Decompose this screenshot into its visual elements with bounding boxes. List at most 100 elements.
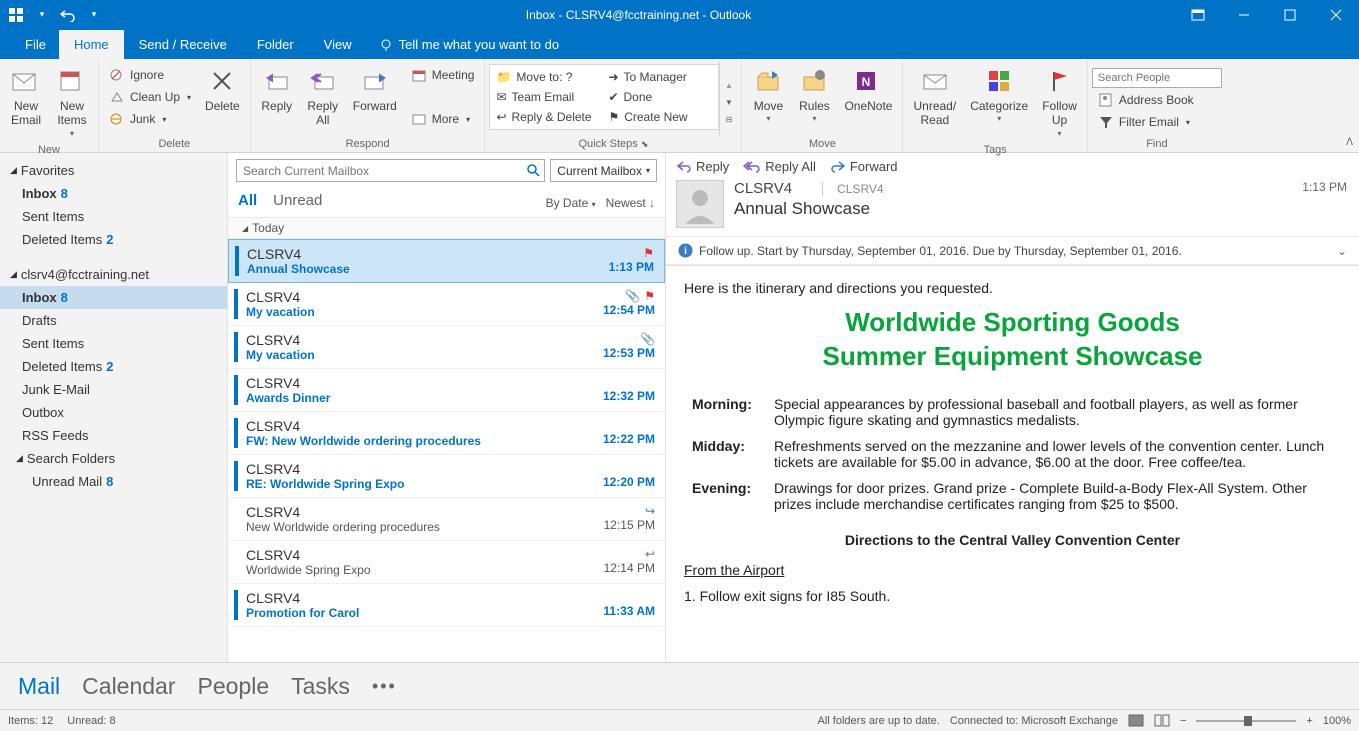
onenote-button[interactable]: NOneNote — [838, 61, 898, 117]
quick-steps-gallery[interactable]: 📁Move to: ? ➜To Manager ✉Team Email ✔Don… — [489, 64, 719, 130]
nav-people[interactable]: People — [198, 673, 270, 700]
new-email-button[interactable]: New Email — [4, 61, 48, 132]
nav-more-icon[interactable]: ••• — [372, 676, 397, 697]
new-items-button[interactable]: New Items▾ — [50, 61, 94, 142]
tab-unread[interactable]: Unread — [273, 192, 322, 213]
minimize-button[interactable] — [1221, 0, 1267, 29]
zoom-out-button[interactable]: − — [1180, 715, 1186, 727]
search-people-input[interactable] — [1092, 68, 1222, 88]
reply-small-icon: ↩ — [496, 110, 506, 124]
ignore-button[interactable]: Ignore — [103, 65, 197, 85]
unread-read-button[interactable]: Unread/ Read — [907, 61, 962, 132]
app-icon[interactable] — [8, 7, 24, 23]
zoom-slider[interactable] — [1196, 720, 1296, 722]
tab-all[interactable]: All — [238, 192, 257, 213]
tell-me[interactable]: Tell me what you want to do — [367, 30, 571, 59]
menu-file[interactable]: File — [12, 30, 59, 59]
qs-more-icon[interactable]: ⊟ — [726, 115, 733, 124]
folder-rss-feeds[interactable]: RSS Feeds — [0, 424, 227, 447]
unread-icon — [919, 65, 951, 97]
qat-dropdown-icon[interactable]: ▾ — [34, 7, 50, 23]
reply-all-small-icon — [743, 160, 761, 173]
qs-up-icon[interactable]: ▲ — [725, 81, 733, 90]
nav-mail[interactable]: Mail — [18, 673, 60, 700]
menu-folder[interactable]: Folder — [242, 30, 309, 59]
qs-team-email[interactable]: ✉Team Email — [492, 87, 604, 107]
folder-inbox[interactable]: Inbox8 — [0, 182, 227, 205]
folder-unread-mail[interactable]: Unread Mail8 — [0, 470, 227, 493]
reply-button[interactable]: Reply — [255, 61, 299, 117]
account-header[interactable]: ◢clsrv4@fcctraining.net — [0, 263, 227, 286]
undo-dropdown-icon[interactable]: ▾ — [86, 7, 102, 23]
zoom-in-button[interactable]: + — [1306, 715, 1312, 727]
reply-all-button[interactable]: Reply All — [301, 61, 345, 132]
categorize-button[interactable]: Categorize▾ — [964, 61, 1034, 128]
message-row[interactable]: CLSRV4My vacation📎⚑12:54 PM — [228, 283, 665, 326]
maximize-button[interactable] — [1267, 0, 1313, 29]
message-row[interactable]: CLSRV4Annual Showcase⚑1:13 PM — [228, 239, 665, 283]
view-reading-icon[interactable] — [1154, 714, 1170, 727]
sort-by-dropdown[interactable]: By Date ▾ — [546, 196, 596, 210]
menu-view[interactable]: View — [309, 30, 367, 59]
nav-tasks[interactable]: Tasks — [291, 673, 350, 700]
more-button[interactable]: More▾ — [405, 109, 481, 129]
message-row[interactable]: CLSRV4Promotion for Carol11:33 AM — [228, 584, 665, 627]
status-connection: Connected to: Microsoft Exchange — [950, 715, 1118, 727]
qs-create-new[interactable]: ⚑Create New — [604, 107, 716, 127]
search-mailbox-input[interactable] — [236, 159, 528, 182]
cleanup-button[interactable]: Clean Up▾ — [103, 87, 197, 107]
qs-to-manager[interactable]: ➜To Manager — [604, 67, 716, 87]
followup-button[interactable]: Follow Up▾ — [1036, 61, 1083, 142]
rules-button[interactable]: Rules▾ — [792, 61, 836, 128]
menu-send-receive[interactable]: Send / Receive — [124, 30, 242, 59]
delete-icon — [206, 65, 238, 97]
message-row[interactable]: CLSRV4FW: New Worldwide ordering procedu… — [228, 412, 665, 455]
filter-email-button[interactable]: Filter Email▾ — [1092, 112, 1222, 132]
search-button[interactable] — [523, 159, 545, 182]
ribbon-display-icon[interactable] — [1175, 0, 1221, 29]
flag-small-icon: ⚑ — [608, 110, 619, 124]
qs-move-to[interactable]: 📁Move to: ? — [492, 67, 604, 87]
reading-reply-button[interactable]: Reply — [676, 159, 729, 174]
message-row[interactable]: CLSRV4Awards Dinner12:32 PM — [228, 369, 665, 412]
junk-button[interactable]: Junk▾ — [103, 109, 197, 129]
lightbulb-icon — [379, 38, 393, 52]
sort-direction-dropdown[interactable]: Newest ↓ — [606, 196, 655, 210]
reply-icon — [261, 65, 293, 97]
folder-sent-items[interactable]: Sent Items — [0, 332, 227, 355]
message-row[interactable]: CLSRV4Worldwide Spring Expo↩12:14 PM — [228, 541, 665, 584]
view-normal-icon[interactable] — [1128, 714, 1144, 727]
qs-down-icon[interactable]: ▼ — [725, 98, 733, 107]
folder-drafts[interactable]: Drafts — [0, 309, 227, 332]
folder-inbox[interactable]: Inbox8 — [0, 286, 227, 309]
message-row[interactable]: CLSRV4New Worldwide ordering procedures↪… — [228, 498, 665, 541]
reading-reply-all-button[interactable]: Reply All — [743, 159, 816, 174]
search-folders-header[interactable]: ◢Search Folders — [0, 447, 227, 470]
forward-button[interactable]: Forward — [347, 61, 403, 117]
folder-deleted-items[interactable]: Deleted Items2 — [0, 228, 227, 251]
nav-calendar[interactable]: Calendar — [82, 673, 175, 700]
favorites-header[interactable]: ◢Favorites — [0, 159, 227, 182]
qs-reply-delete[interactable]: ↩Reply & Delete — [492, 107, 604, 127]
message-row[interactable]: CLSRV4My vacation📎12:53 PM — [228, 326, 665, 369]
undo-icon[interactable] — [60, 7, 76, 23]
folder-outbox[interactable]: Outbox — [0, 401, 227, 424]
collapse-ribbon-icon[interactable]: ᐱ — [1346, 137, 1353, 148]
reading-forward-button[interactable]: Forward — [830, 159, 898, 174]
meeting-button[interactable]: Meeting — [405, 65, 481, 85]
followup-expand-icon[interactable]: ⌄ — [1337, 244, 1347, 258]
move-button[interactable]: Move▾ — [746, 61, 790, 128]
search-scope-dropdown[interactable]: Current Mailbox▾ — [550, 159, 657, 182]
junk-icon — [109, 111, 125, 127]
qs-done[interactable]: ✔Done — [604, 87, 716, 107]
folder-sent-items[interactable]: Sent Items — [0, 205, 227, 228]
close-button[interactable] — [1313, 0, 1359, 29]
date-group-today[interactable]: ◢Today — [228, 218, 665, 239]
flag-icon: ⚑ — [644, 289, 655, 303]
folder-deleted-items[interactable]: Deleted Items2 — [0, 355, 227, 378]
message-row[interactable]: CLSRV4RE: Worldwide Spring Expo12:20 PM — [228, 455, 665, 498]
folder-junk-e-mail[interactable]: Junk E-Mail — [0, 378, 227, 401]
delete-button[interactable]: Delete — [199, 61, 246, 117]
menu-home[interactable]: Home — [59, 30, 124, 59]
address-book-button[interactable]: Address Book — [1092, 90, 1222, 110]
